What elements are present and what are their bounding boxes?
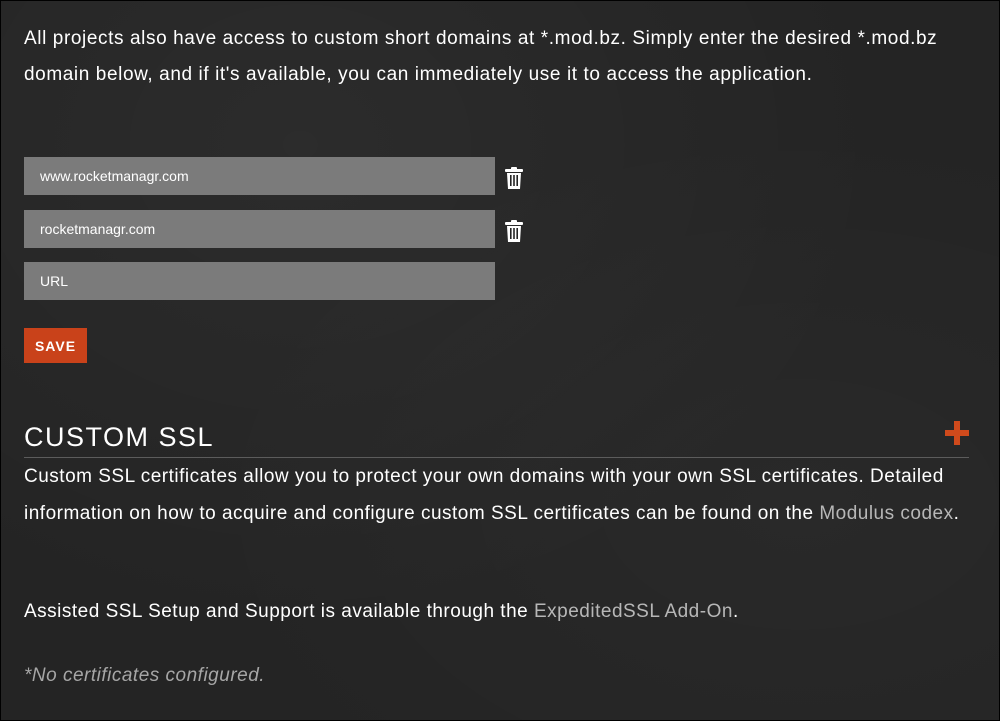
plus-icon[interactable] <box>945 421 969 445</box>
expeditedssl-addon-link[interactable]: ExpeditedSSL Add-On <box>534 601 733 622</box>
no-certificates-message: *No certificates configured. <box>24 665 266 686</box>
save-button[interactable]: SAVE <box>24 328 87 363</box>
ssl-description: Custom SSL certificates allow you to pro… <box>24 459 974 532</box>
modulus-codex-link[interactable]: Modulus codex <box>819 503 953 524</box>
ssl-description-end: . <box>953 502 960 524</box>
domain-input[interactable] <box>24 157 495 195</box>
new-domain-url-input[interactable] <box>24 262 495 300</box>
domain-input[interactable] <box>24 210 495 248</box>
ssl-assisted-info: Assisted SSL Setup and Support is availa… <box>24 594 974 631</box>
trash-icon[interactable] <box>505 220 523 242</box>
trash-icon[interactable] <box>505 167 523 189</box>
domains-intro-text: All projects also have access to custom … <box>24 28 938 85</box>
page-frame: All projects also have access to custom … <box>0 0 1000 721</box>
ssl-description-text: Custom SSL certificates allow you to pro… <box>24 466 944 524</box>
ssl-assisted-end: . <box>732 601 739 622</box>
ssl-assisted-text: Assisted SSL Setup and Support is availa… <box>24 601 534 622</box>
custom-ssl-heading: CUSTOM SSL <box>24 422 215 452</box>
section-divider <box>24 457 969 458</box>
